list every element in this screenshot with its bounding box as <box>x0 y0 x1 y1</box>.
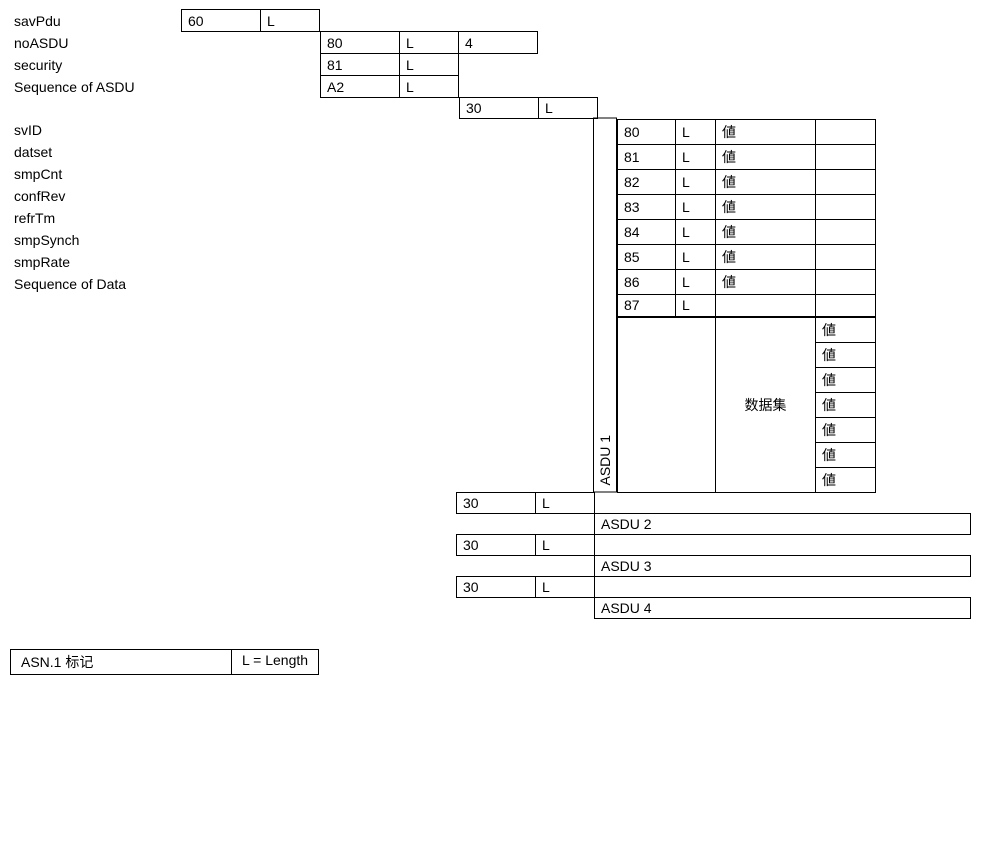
asdu2-len: L <box>535 492 595 514</box>
dataset-value: 値 <box>816 467 876 492</box>
dataset-value: 値 <box>816 342 876 367</box>
asdu4-tag: 30 <box>456 576 536 598</box>
asdu-header-tag: 30 <box>459 97 539 119</box>
dataset-value: 値 <box>816 392 876 417</box>
noasdu-tag: 80 <box>320 31 400 54</box>
label-confrev: confRev <box>10 185 182 207</box>
security-tag: 81 <box>320 53 400 76</box>
asdu3-label: ASDU 3 <box>594 555 971 577</box>
asdu-row-len: L <box>676 270 716 295</box>
asdu-row-val: 値 <box>716 170 816 195</box>
asdu-row-extra <box>816 270 876 295</box>
savpdu-tag: 60 <box>181 9 261 32</box>
asdu-row-extra <box>816 145 876 170</box>
asdu-row-tag: 81 <box>618 145 676 170</box>
asdu4-label: ASDU 4 <box>594 597 971 619</box>
label-seqdata: Sequence of Data <box>10 273 182 295</box>
label-smprate: smpRate <box>10 251 182 273</box>
label-seqasdu: Sequence of ASDU <box>10 76 182 98</box>
asdu-row-len: L <box>676 245 716 270</box>
asdu1-table: 80 L 値 81 L 値 82 L 値 83 L 値 <box>617 119 876 493</box>
asdu-row-tag: 83 <box>618 195 676 220</box>
asdu-row-len: L <box>676 195 716 220</box>
dataset-value: 値 <box>816 317 876 343</box>
label-svid: svID <box>10 119 182 141</box>
asdu-row-extra <box>816 220 876 245</box>
asdu2-label: ASDU 2 <box>594 513 971 535</box>
asdu-row-val: 値 <box>716 220 816 245</box>
asdu-row-len: L <box>676 170 716 195</box>
noasdu-val: 4 <box>458 31 538 54</box>
asdu-row-tag: 82 <box>618 170 676 195</box>
asdu-row-len: L <box>676 145 716 170</box>
legend-asn1: ASN.1 标记 <box>11 650 232 674</box>
asdu-row-extra <box>816 295 876 317</box>
asdu-row-tag: 85 <box>618 245 676 270</box>
asdu-row-val: 値 <box>716 195 816 220</box>
label-datset: datset <box>10 141 182 163</box>
label-smpsynch: smpSynch <box>10 229 182 251</box>
label-smpcnt: smpCnt <box>10 163 182 185</box>
asdu-row-tag: 84 <box>618 220 676 245</box>
asdu-row-extra <box>816 170 876 195</box>
asdu-header-len: L <box>538 97 598 119</box>
asdu-row-tag: 80 <box>618 120 676 145</box>
dataset-value: 値 <box>816 417 876 442</box>
asdu-row-extra <box>816 195 876 220</box>
asdu-row-len: L <box>676 295 716 317</box>
asdu-row-tag: 86 <box>618 270 676 295</box>
asdu-row-val <box>716 295 816 317</box>
dataset-label: 数据集 <box>716 317 816 493</box>
noasdu-len: L <box>399 31 459 54</box>
asdu-row-val: 値 <box>716 270 816 295</box>
security-len: L <box>399 53 459 76</box>
asdu3-tag: 30 <box>456 534 536 556</box>
asdu-row-val: 値 <box>716 120 816 145</box>
asdu4-len: L <box>535 576 595 598</box>
asdu-row-val: 値 <box>716 245 816 270</box>
asdu-row-val: 値 <box>716 145 816 170</box>
asdu-row-extra <box>816 120 876 145</box>
asdu-row-tag: 87 <box>618 295 676 317</box>
label-savpdu: savPdu <box>10 10 182 32</box>
asdu2-tag: 30 <box>456 492 536 514</box>
asdu-row-len: L <box>676 120 716 145</box>
label-noasdu: noASDU <box>10 32 182 54</box>
savpdu-len: L <box>260 9 320 32</box>
asdu-row-extra <box>816 245 876 270</box>
asdu1-label: ASDU 1 <box>593 118 617 493</box>
dataset-value: 値 <box>816 367 876 392</box>
asdu3-len: L <box>535 534 595 556</box>
label-refrtm: refrTm <box>10 207 182 229</box>
asdu-row-len: L <box>676 220 716 245</box>
legend-length: L = Length <box>232 650 318 674</box>
seqasdu-len: L <box>399 75 459 98</box>
seqasdu-tag: A2 <box>320 75 400 98</box>
label-security: security <box>10 54 182 76</box>
dataset-value: 値 <box>816 442 876 467</box>
legend: ASN.1 标记 L = Length <box>10 649 319 675</box>
